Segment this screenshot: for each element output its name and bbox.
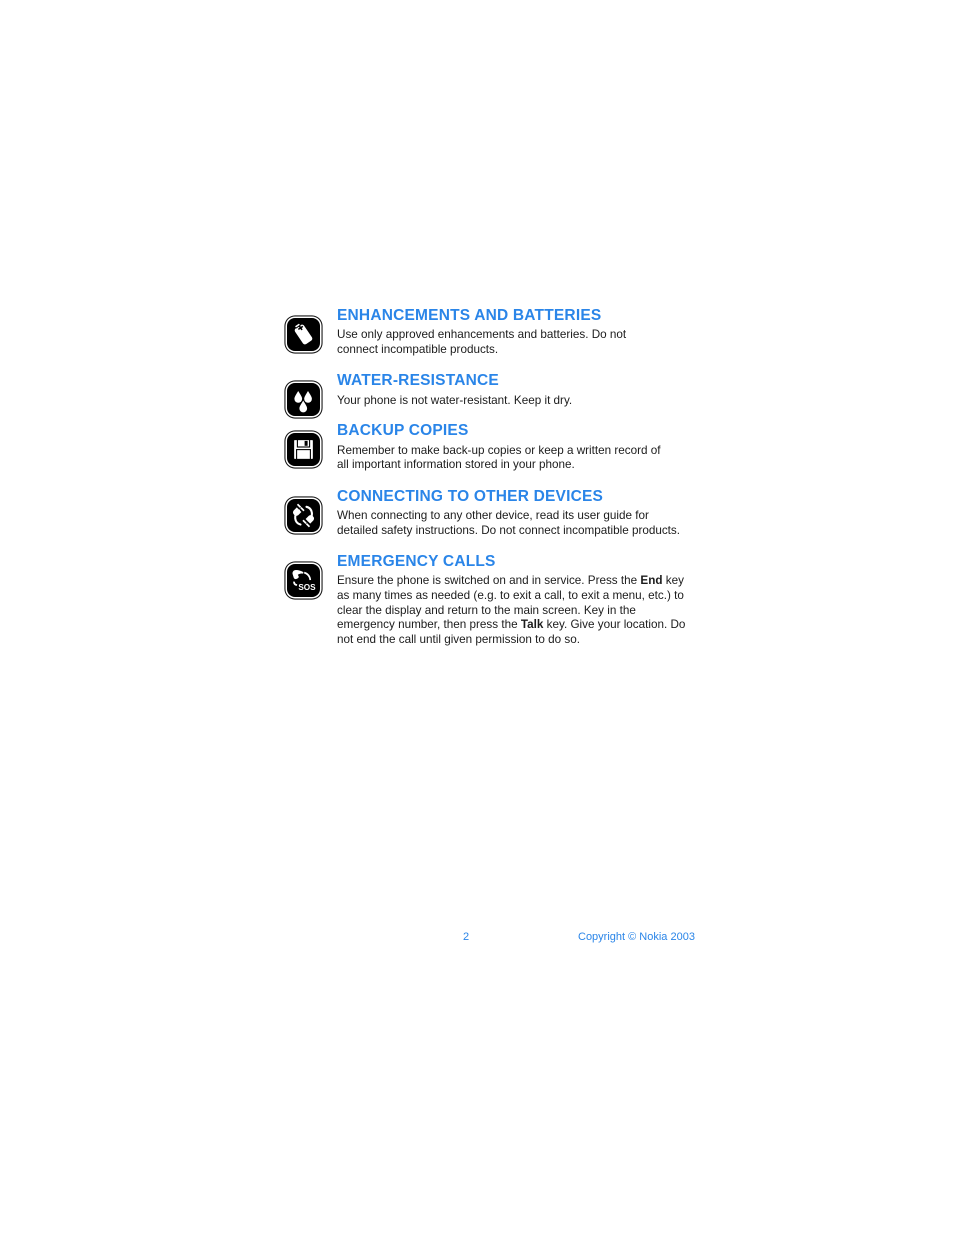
notice-emergency-calls: SOS EMERGENCY CALLS Ensure the phone is … <box>287 553 687 647</box>
key-name-emphasis: End <box>640 574 663 588</box>
plug-cable-icon <box>287 498 320 532</box>
page-number: 2 <box>463 931 470 943</box>
page-footer: 2 Copyright © Nokia 2003 <box>0 929 954 945</box>
floppy-disk-icon <box>287 433 320 467</box>
document-page: ENHANCEMENTS AND BATTERIES Use only appr… <box>0 0 954 1235</box>
notice-title: ENHANCEMENTS AND BATTERIES <box>337 307 602 324</box>
notice-title: EMERGENCY CALLS <box>337 553 496 571</box>
copyright-notice: Copyright © Nokia 2003 <box>578 931 695 943</box>
svg-text:SOS: SOS <box>298 583 316 592</box>
notice-title: WATER-RESISTANCE <box>337 372 499 390</box>
notice-title: BACKUP COPIES <box>337 422 469 440</box>
notice-body: When connecting to any other device, rea… <box>337 509 681 537</box>
notice-connecting-to-other-devices: CONNECTING TO OTHER DEVICES When connect… <box>287 487 687 538</box>
notice-backup-copies: BACKUP COPIES Remember to make back-up c… <box>287 423 687 472</box>
water-drops-icon <box>287 383 320 417</box>
notice-title: CONNECTING TO OTHER DEVICES <box>337 487 604 505</box>
notice-enhancements-and-batteries: ENHANCEMENTS AND BATTERIES Use only appr… <box>287 307 687 357</box>
notice-body: Remember to make back-up copies or keep … <box>337 443 661 472</box>
notice-body: Ensure the phone is switched on and in s… <box>337 574 687 647</box>
notice-body: Use only approved enhancements and batte… <box>337 328 627 356</box>
phone-sos-icon: SOS <box>287 564 320 598</box>
body-text-run: Ensure the phone is switched on and in s… <box>337 574 641 588</box>
battery-icon <box>287 318 320 351</box>
key-name-emphasis: Talk <box>520 618 544 632</box>
notice-water-resistance: WATER-RESISTANCE Your phone is not water… <box>287 372 687 417</box>
notice-body: Your phone is not water-resistant. Keep … <box>337 393 573 407</box>
safety-notices-list: ENHANCEMENTS AND BATTERIES Use only appr… <box>287 307 687 647</box>
